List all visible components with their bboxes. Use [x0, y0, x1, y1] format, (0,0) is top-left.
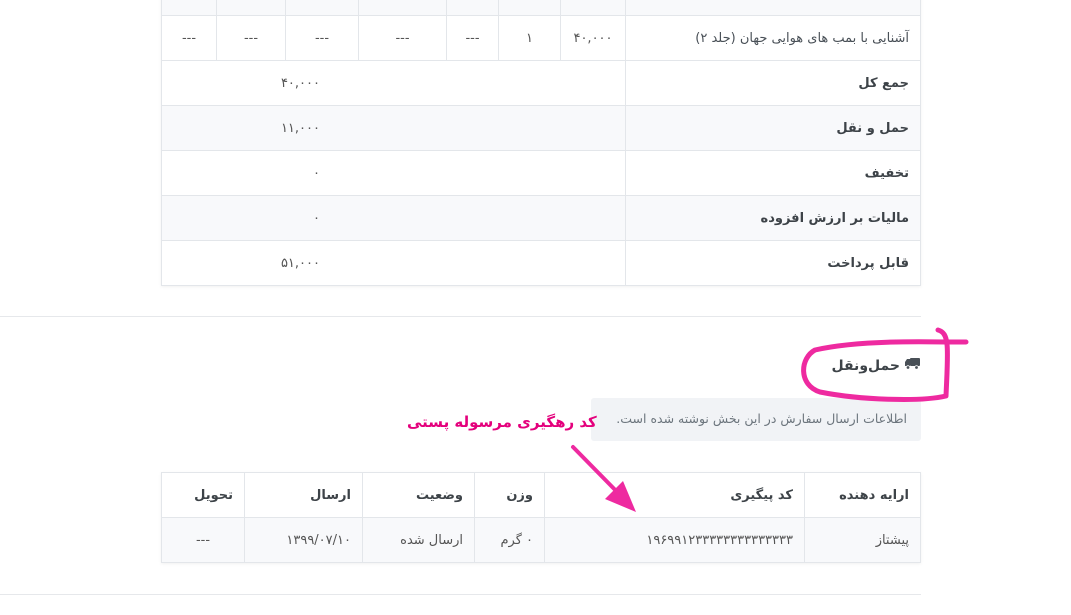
summary-label: مالیات بر ارزش افزوده — [625, 195, 921, 241]
summary-label: قابل پرداخت — [625, 240, 921, 286]
summary-value: ۱۱,۰۰۰ — [161, 105, 626, 151]
summary-value: ۰ — [161, 195, 626, 241]
summary-label: جمع کل — [625, 60, 921, 106]
section-divider — [0, 594, 921, 595]
col-sent: ارسال — [244, 472, 363, 518]
item-quantity: ۱ — [498, 15, 561, 61]
weight-value: ۰ گرم — [474, 517, 545, 563]
delivered-value: --- — [161, 517, 245, 563]
col-delivered: تحویل — [161, 472, 245, 518]
item-cell: --- — [446, 15, 499, 61]
summary-row-payable: قابل پرداخت ۵۱,۰۰۰ — [161, 240, 921, 286]
summary-row-discount: تخفیف ۰ — [161, 150, 921, 196]
order-items-table: آشنایی با بمب های هوایی جهان (جلد ۲) ۴۰,… — [161, 0, 921, 286]
table-row: آشنایی با بمب های هوایی جهان (جلد ۲) ۴۰,… — [161, 15, 921, 61]
summary-row-vat: مالیات بر ارزش افزوده ۰ — [161, 195, 921, 241]
shipping-note: اطلاعات ارسال سفارش در این بخش نوشته شده… — [591, 398, 921, 441]
shipping-table: ارایه دهنده کد پیگیری وزن وضعیت ارسال تح… — [161, 472, 921, 563]
summary-label: تخفیف — [625, 150, 921, 196]
status-value: ارسال شده — [362, 517, 475, 563]
item-price: ۴۰,۰۰۰ — [560, 15, 626, 61]
section-divider — [0, 316, 921, 317]
truck-icon — [904, 357, 921, 374]
product-name[interactable]: آشنایی با بمب های هوایی جهان (جلد ۲) — [625, 15, 921, 61]
summary-row-shipping: حمل و نقل ۱۱,۰۰۰ — [161, 105, 921, 151]
shipping-section-title: حمل‌ونقل — [831, 357, 921, 374]
summary-value: ۴۰,۰۰۰ — [161, 60, 626, 106]
summary-row-total: جمع کل ۴۰,۰۰۰ — [161, 60, 921, 106]
item-cell: --- — [285, 15, 359, 61]
annotation-label: کد رهگیری مرسوله پستی — [407, 413, 597, 431]
summary-value: ۵۱,۰۰۰ — [161, 240, 626, 286]
tracking-code[interactable]: ۱۹۶۹۹۱۲۳۳۳۳۳۳۳۳۳۳۳۳۳۳ — [544, 517, 805, 563]
shipping-header-row: ارایه دهنده کد پیگیری وزن وضعیت ارسال تح… — [161, 472, 921, 518]
summary-value: ۰ — [161, 150, 626, 196]
summary-label: حمل و نقل — [625, 105, 921, 151]
item-cell: --- — [216, 15, 286, 61]
item-cell: --- — [161, 15, 217, 61]
table-header-row — [161, 0, 921, 16]
sent-date: ۱۳۹۹/۰۷/۱۰ — [244, 517, 363, 563]
col-status: وضعیت — [362, 472, 475, 518]
shipping-title-text: حمل‌ونقل — [831, 357, 900, 374]
col-provider: ارایه دهنده — [804, 472, 921, 518]
table-row: پیشتاز ۱۹۶۹۹۱۲۳۳۳۳۳۳۳۳۳۳۳۳۳۳ ۰ گرم ارسال… — [161, 517, 921, 563]
col-weight: وزن — [474, 472, 545, 518]
provider-value: پیشتاز — [804, 517, 921, 563]
item-cell: --- — [358, 15, 447, 61]
col-tracking: کد پیگیری — [544, 472, 805, 518]
